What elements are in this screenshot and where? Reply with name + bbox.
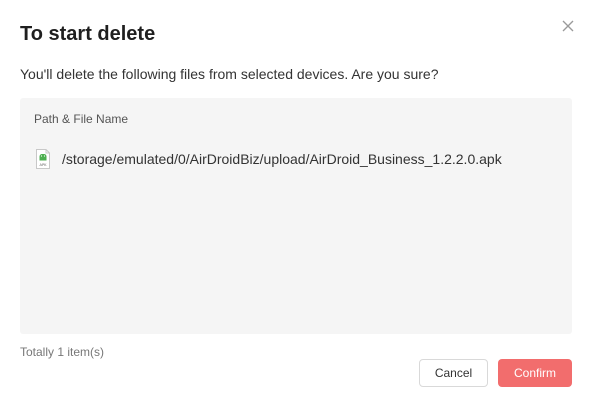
close-icon[interactable] xyxy=(560,18,576,34)
apk-file-icon: APK xyxy=(36,149,50,169)
file-list-panel: Path & File Name APK /storage/emulated/0… xyxy=(20,98,572,334)
file-path: /storage/emulated/0/AirDroidBiz/upload/A… xyxy=(62,151,502,167)
cancel-button[interactable]: Cancel xyxy=(419,359,488,387)
total-items-count: Totally 1 item(s) xyxy=(20,345,105,359)
dialog-title: To start delete xyxy=(20,23,156,45)
svg-text:APK: APK xyxy=(40,163,48,167)
confirm-button[interactable]: Confirm xyxy=(498,359,572,387)
column-header-path: Path & File Name xyxy=(34,112,129,126)
dialog-message: You'll delete the following files from s… xyxy=(20,66,439,82)
delete-confirm-dialog: To start delete You'll delete the follow… xyxy=(0,0,592,408)
file-list-item: APK /storage/emulated/0/AirDroidBiz/uplo… xyxy=(36,148,502,170)
